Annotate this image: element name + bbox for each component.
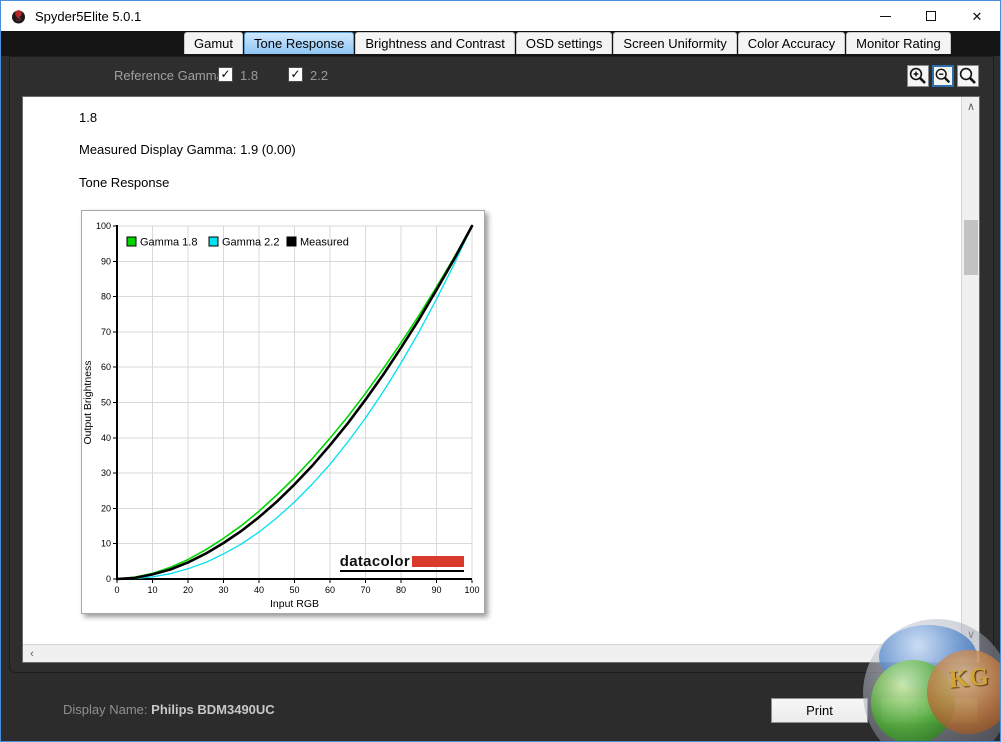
- tab-monitor-rating[interactable]: Monitor Rating: [846, 32, 951, 54]
- svg-text:20: 20: [183, 585, 193, 595]
- svg-text:0: 0: [114, 585, 119, 595]
- gamma-1-8-checkbox[interactable]: ✓: [218, 67, 233, 82]
- datacolor-logo-bar: [412, 556, 464, 567]
- tab-gamut[interactable]: Gamut: [184, 32, 244, 54]
- scroll-up-arrow[interactable]: ∧: [962, 97, 980, 115]
- minimize-button[interactable]: [862, 1, 908, 31]
- tab-bar: Gamut Tone Response Brightness and Contr…: [1, 31, 1000, 56]
- svg-text:Measured: Measured: [300, 237, 349, 249]
- display-name-value: Philips BDM3490UC: [151, 702, 275, 717]
- close-icon: ✕: [971, 8, 983, 24]
- reference-gamma-label: Reference Gamma:: [114, 68, 228, 83]
- zoom-in-icon: [909, 67, 926, 84]
- svg-text:0: 0: [106, 574, 111, 584]
- svg-text:90: 90: [431, 585, 441, 595]
- horizontal-scrollbar[interactable]: ‹ ›: [23, 644, 960, 662]
- display-name-label: Display Name:: [63, 702, 148, 717]
- svg-text:Gamma 1.8: Gamma 1.8: [140, 237, 197, 249]
- zoom-reset-icon: [959, 67, 976, 84]
- tab-brightness-and-contrast[interactable]: Brightness and Contrast: [355, 32, 515, 54]
- window-controls: ✕: [862, 1, 1000, 31]
- zoom-out-button[interactable]: [932, 65, 954, 87]
- svg-text:80: 80: [396, 585, 406, 595]
- datacolor-logo-text: datacolor: [339, 553, 410, 570]
- svg-text:100: 100: [464, 585, 479, 595]
- svg-text:10: 10: [101, 539, 111, 549]
- reference-gamma-toolbar: Reference Gamma: ✓ 1.8 ✓ 2.2: [10, 57, 993, 95]
- datacolor-logo: datacolor: [339, 553, 464, 572]
- zoom-reset-button[interactable]: [957, 65, 979, 87]
- gamma-1-8-checkbox-label: 1.8: [240, 68, 259, 83]
- close-button[interactable]: Close: [881, 698, 978, 723]
- vertical-scrollbar-thumb[interactable]: [964, 220, 978, 275]
- vertical-scrollbar[interactable]: ∧ ∨: [961, 97, 979, 643]
- app-window: S Spyder5Elite 5.0.1 ✕ Gamut Tone Respon…: [0, 0, 1001, 742]
- maximize-icon: [926, 11, 936, 21]
- tab-tone-response[interactable]: Tone Response: [244, 32, 355, 54]
- svg-text:30: 30: [218, 585, 228, 595]
- tab-screen-uniformity[interactable]: Screen Uniformity: [613, 32, 737, 54]
- svg-text:90: 90: [101, 256, 111, 266]
- svg-text:40: 40: [254, 585, 264, 595]
- svg-text:Input RGB: Input RGB: [270, 598, 319, 610]
- gamma-value-text: 1.8: [79, 110, 98, 125]
- scroll-right-arrow[interactable]: ›: [942, 645, 960, 663]
- measured-gamma-text: Measured Display Gamma: 1.9 (0.00): [79, 142, 296, 157]
- svg-text:50: 50: [289, 585, 299, 595]
- tone-response-chart: 0 10 20 30 40 50 60 70 80 90 100 0 10 20 30 40 50 60 70 80 9…: [81, 210, 485, 614]
- svg-text:20: 20: [101, 503, 111, 513]
- scroll-down-arrow[interactable]: ∨: [962, 625, 980, 643]
- close-window-button[interactable]: ✕: [954, 1, 1000, 31]
- svg-text:S: S: [16, 13, 21, 23]
- svg-text:50: 50: [101, 398, 111, 408]
- print-button[interactable]: Print: [771, 698, 868, 723]
- svg-text:40: 40: [101, 433, 111, 443]
- svg-text:10: 10: [147, 585, 157, 595]
- minimize-icon: [879, 15, 891, 17]
- window-title: Spyder5Elite 5.0.1: [35, 8, 142, 24]
- svg-text:80: 80: [101, 292, 111, 302]
- zoom-button-group: [907, 65, 979, 87]
- svg-text:60: 60: [101, 362, 111, 372]
- gamma-2-2-checkbox-label: 2.2: [310, 68, 329, 83]
- zoom-in-button[interactable]: [907, 65, 929, 87]
- zoom-out-icon: [935, 68, 951, 84]
- main-panel: Reference Gamma: ✓ 1.8 ✓ 2.2 1.8 Measure…: [9, 56, 994, 673]
- svg-text:30: 30: [101, 468, 111, 478]
- report-page: 1.8 Measured Display Gamma: 1.9 (0.00) T…: [23, 97, 960, 643]
- svg-text:60: 60: [325, 585, 335, 595]
- title-bar: S Spyder5Elite 5.0.1 ✕: [1, 1, 1000, 31]
- svg-text:100: 100: [96, 221, 111, 231]
- document-viewport: 1.8 Measured Display Gamma: 1.9 (0.00) T…: [22, 96, 980, 663]
- display-name: Display Name: Philips BDM3490UC: [63, 702, 275, 717]
- svg-text:70: 70: [360, 585, 370, 595]
- gamma-2-2-checkbox[interactable]: ✓: [288, 67, 303, 82]
- scroll-left-arrow[interactable]: ‹: [23, 645, 41, 663]
- tab-color-accuracy[interactable]: Color Accuracy: [737, 32, 846, 54]
- svg-text:Gamma 2.2: Gamma 2.2: [222, 237, 279, 249]
- tab-osd-settings[interactable]: OSD settings: [515, 32, 613, 54]
- section-title: Tone Response: [79, 175, 170, 190]
- scrollbar-corner: [961, 644, 979, 662]
- spyder-app-icon: S: [10, 8, 27, 25]
- maximize-button[interactable]: [908, 1, 954, 31]
- svg-text:70: 70: [101, 327, 111, 337]
- svg-text:Output Brightness: Output Brightness: [82, 360, 94, 444]
